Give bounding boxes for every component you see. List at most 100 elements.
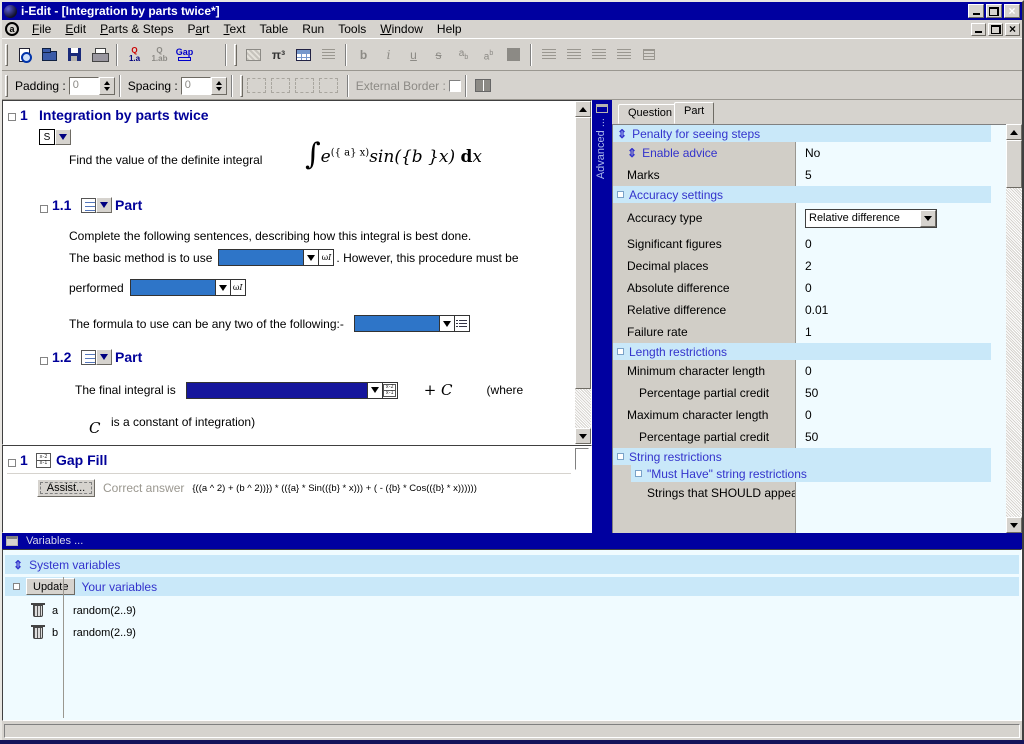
scroll-down-button[interactable] (575, 428, 591, 444)
prop-row[interactable]: Marks5 (613, 164, 991, 186)
menu-item-window[interactable]: Window (373, 20, 430, 38)
gapfill-answer-panel[interactable]: 1 x-2x-1 Gap Fill Assist... Correct answ… (2, 445, 592, 533)
insert-image-button[interactable] (241, 42, 266, 67)
paragraph-spacing-button[interactable] (636, 42, 661, 67)
gap-dropdown-performed[interactable]: ωI (130, 279, 246, 296)
preview-button[interactable] (12, 42, 37, 67)
gap-dropdown-formula[interactable] (354, 315, 470, 332)
external-border-checkbox[interactable] (449, 80, 461, 92)
prop-row[interactable]: Accuracy typeRelative difference (613, 203, 991, 233)
word-input-icon[interactable]: ωI (318, 250, 333, 265)
word-input-icon[interactable]: ωI (230, 280, 245, 295)
align-right-button[interactable] (586, 42, 611, 67)
question-numbering-button[interactable]: Q 1.a (122, 42, 147, 67)
collapse-box[interactable] (617, 348, 624, 355)
list-options-icon[interactable] (454, 316, 469, 331)
underline-button[interactable]: u (401, 42, 426, 67)
prop-row[interactable]: Percentage partial credit50 (613, 426, 991, 448)
prop-row[interactable]: Relative difference0.01 (613, 299, 991, 321)
prop-section-header[interactable]: String restrictions (613, 448, 991, 465)
border-preset-button-1[interactable] (247, 78, 266, 93)
prop-row[interactable]: Decimal places2 (613, 255, 991, 277)
menu-item-file[interactable]: File (25, 20, 58, 38)
menu-item-table[interactable]: Table (253, 20, 296, 38)
padding-stepper[interactable] (99, 77, 115, 95)
align-left-button[interactable] (536, 42, 561, 67)
prop-value-cell[interactable]: 0 (797, 360, 991, 382)
italic-button[interactable]: i (376, 42, 401, 67)
gap-dropdown-arrow[interactable] (367, 383, 382, 398)
gap-dropdown-method[interactable]: ωI (218, 249, 334, 266)
properties-scrollbar[interactable] (1006, 124, 1022, 533)
menu-item-tools[interactable]: Tools (331, 20, 373, 38)
prop-value-cell[interactable]: 50 (797, 426, 991, 448)
menu-item-parts-steps[interactable]: Parts & Steps (93, 20, 180, 38)
part-type-icon[interactable] (81, 198, 96, 213)
collapse-box[interactable] (8, 459, 16, 467)
expand-collapse-icon[interactable]: ⇕ (13, 559, 23, 571)
toolbar-grip[interactable] (5, 44, 8, 66)
variable-definition[interactable]: random(2..9) (73, 627, 136, 639)
mdi-minimize-button[interactable] (971, 23, 986, 36)
spacing-input[interactable]: 0 (181, 77, 211, 95)
subquestion-numbering-button[interactable]: Q 1.ab (147, 42, 172, 67)
prop-row[interactable]: ⇕Enable adviceNo (613, 142, 991, 164)
menu-item-run[interactable]: Run (295, 20, 331, 38)
collapse-box[interactable] (40, 205, 48, 213)
toolbar-grip[interactable] (240, 75, 243, 97)
assist-button[interactable]: Assist... (37, 479, 95, 497)
expression-icon[interactable]: x-2x-1 (382, 383, 397, 398)
mdi-restore-button[interactable] (988, 23, 1003, 36)
line-spacing-button[interactable] (316, 42, 341, 67)
prop-value-cell[interactable]: 50 (797, 382, 991, 404)
collapse-box[interactable] (8, 113, 16, 121)
gap-dropdown-arrow[interactable] (215, 280, 230, 295)
prop-row[interactable]: Percentage partial credit50 (613, 382, 991, 404)
document-icon[interactable]: a (5, 22, 19, 36)
prop-section-header[interactable]: "Must Have" string restrictions (613, 465, 991, 482)
collapse-box[interactable] (617, 191, 624, 198)
accuracy-type-dropdown[interactable]: Relative difference (805, 209, 937, 228)
prop-row[interactable]: Absolute difference0 (613, 277, 991, 299)
variable-definition[interactable]: random(2..9) (73, 605, 136, 617)
prop-value-cell[interactable]: 5 (797, 164, 991, 186)
part-type-dropdown[interactable] (96, 197, 112, 213)
prop-row[interactable]: Strings that SHOULD appear in stu (613, 482, 991, 504)
border-preset-button-3[interactable] (295, 78, 314, 93)
text-color-button[interactable] (501, 42, 526, 67)
prop-value-cell[interactable]: 0 (797, 404, 991, 426)
chevron-down-icon[interactable] (920, 210, 936, 227)
menu-item-part[interactable]: Part (180, 20, 216, 38)
prop-value-cell[interactable]: 0.01 (797, 299, 991, 321)
gap-dropdown-arrow[interactable] (303, 250, 318, 265)
advanced-panel-tab[interactable]: Advanced ... (592, 100, 612, 533)
toolbar-grip[interactable] (234, 44, 237, 66)
question-type-button[interactable]: S (39, 129, 55, 145)
prop-row[interactable]: Significant figures0 (613, 233, 991, 255)
border-preset-button-2[interactable] (271, 78, 290, 93)
insert-table-button[interactable] (291, 42, 316, 67)
prop-value-cell[interactable]: Relative difference (797, 203, 991, 233)
expand-collapse-icon[interactable]: ⇕ (617, 128, 627, 140)
tab-part[interactable]: Part (674, 102, 714, 124)
trash-icon[interactable] (33, 627, 43, 639)
prop-value-cell[interactable]: 0 (797, 233, 991, 255)
save-button[interactable] (62, 42, 87, 67)
prop-section-header[interactable]: Length restrictions (613, 343, 991, 360)
prop-value-cell[interactable]: 2 (797, 255, 991, 277)
prop-value-cell[interactable] (797, 482, 991, 504)
prop-value-cell[interactable]: 1 (797, 321, 991, 343)
strikethrough-button[interactable]: s (426, 42, 451, 67)
gap-dropdown-arrow[interactable] (439, 316, 454, 331)
scroll-up-button[interactable] (1006, 124, 1022, 140)
restore-button[interactable] (986, 4, 1002, 18)
part-type-icon[interactable] (81, 350, 96, 365)
menu-item-edit[interactable]: Edit (58, 20, 93, 38)
scrollbar-thumb[interactable] (575, 117, 591, 389)
collapse-box[interactable] (40, 357, 48, 365)
gap-dropdown-final-integral[interactable]: x-2x-1 (186, 382, 398, 399)
padding-input[interactable]: 0 (69, 77, 99, 95)
prop-row[interactable]: Minimum character length0 (613, 360, 991, 382)
trash-icon[interactable] (33, 605, 43, 617)
gap-button[interactable]: Gap (172, 42, 197, 67)
